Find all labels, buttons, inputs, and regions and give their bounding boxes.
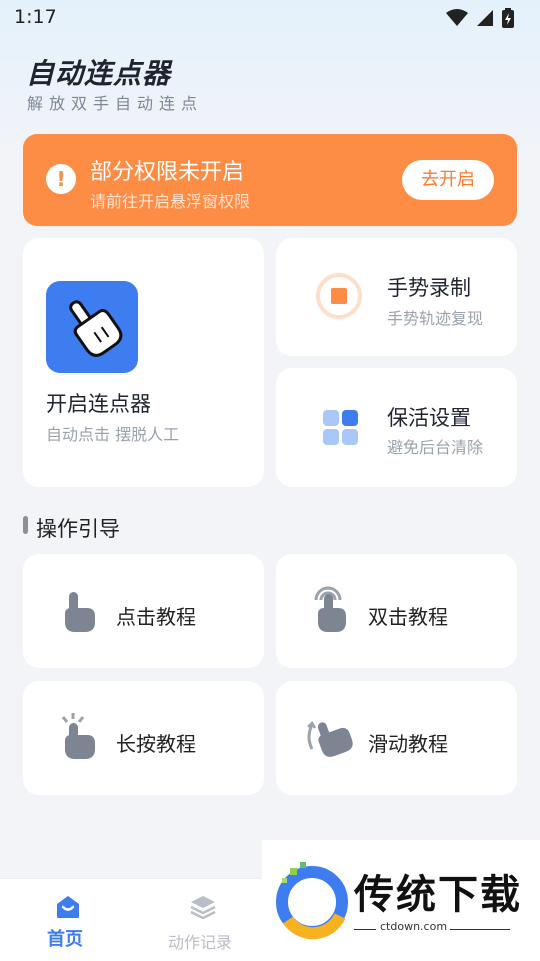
enable-permission-button[interactable]: 去开启 <box>402 160 494 200</box>
long-press-tutorial-card[interactable]: 长按教程 <box>23 681 264 795</box>
gesture-card-title: 手势录制 <box>387 276 471 300</box>
double-tap-hand-icon <box>314 586 346 632</box>
banner-subtitle: 请前往开启悬浮窗权限 <box>90 192 251 211</box>
exclamation-icon: ! <box>46 164 76 194</box>
keepalive-card-title: 保活设置 <box>387 406 471 430</box>
app-subtitle: 解放双手自动连点 <box>27 94 204 113</box>
status-time: 1:17 <box>14 6 57 28</box>
watermark-rule-right <box>450 929 510 930</box>
tab-records-label: 动作记录 <box>168 933 233 952</box>
tutorial-label: 点击教程 <box>116 605 196 629</box>
wifi-icon <box>446 9 468 26</box>
pointer-hand-icon <box>69 300 123 357</box>
permission-banner[interactable]: ! 部分权限未开启 请前往开启悬浮窗权限 去开启 <box>23 134 517 226</box>
status-bar: 1:17 <box>0 0 540 36</box>
watermark-rule-left <box>354 929 376 930</box>
tutorial-label: 双击教程 <box>368 605 448 629</box>
clicker-app-icon <box>46 281 138 373</box>
swipe-tutorial-card[interactable]: 滑动教程 <box>276 681 517 795</box>
tap-hand-icon <box>65 592 95 632</box>
tab-action-records[interactable]: 动作记录 <box>160 887 245 957</box>
long-press-hand-icon <box>61 713 95 759</box>
section-marker <box>23 516 28 534</box>
watermark-url: ctdown.com <box>380 920 448 933</box>
keepalive-card-subtitle: 避免后台清除 <box>387 438 484 457</box>
home-icon <box>57 896 79 918</box>
battery-icon <box>502 8 514 28</box>
start-clicker-card[interactable]: 开启连点器 自动点击 摆脱人工 <box>23 238 264 487</box>
swipe-hand-icon <box>307 720 353 757</box>
grid-apps-icon <box>323 410 358 445</box>
record-icon <box>316 273 362 319</box>
watermark: 传统下载 ctdown.com <box>262 840 540 960</box>
layers-icon <box>190 896 216 919</box>
tab-home-label: 首页 <box>47 929 83 950</box>
tab-home[interactable]: 首页 <box>30 887 105 957</box>
watermark-name: 传统下载 <box>354 872 522 918</box>
gesture-record-card[interactable]: 手势录制 手势轨迹复现 <box>276 238 517 356</box>
watermark-logo <box>276 862 348 940</box>
app-title: 自动连点器 <box>26 57 172 90</box>
tutorial-label: 滑动教程 <box>368 732 448 756</box>
clicker-card-title: 开启连点器 <box>46 392 151 416</box>
tap-tutorial-card[interactable]: 点击教程 <box>23 554 264 668</box>
banner-title: 部分权限未开启 <box>90 160 245 185</box>
keepalive-settings-card[interactable]: 保活设置 避免后台清除 <box>276 368 517 487</box>
status-icons <box>446 8 514 28</box>
signal-icon <box>477 10 493 26</box>
section-title: 操作引导 <box>36 517 120 541</box>
tutorial-label: 长按教程 <box>116 732 196 756</box>
clicker-card-subtitle: 自动点击 摆脱人工 <box>46 425 180 444</box>
double-tap-tutorial-card[interactable]: 双击教程 <box>276 554 517 668</box>
gesture-card-subtitle: 手势轨迹复现 <box>387 309 484 328</box>
